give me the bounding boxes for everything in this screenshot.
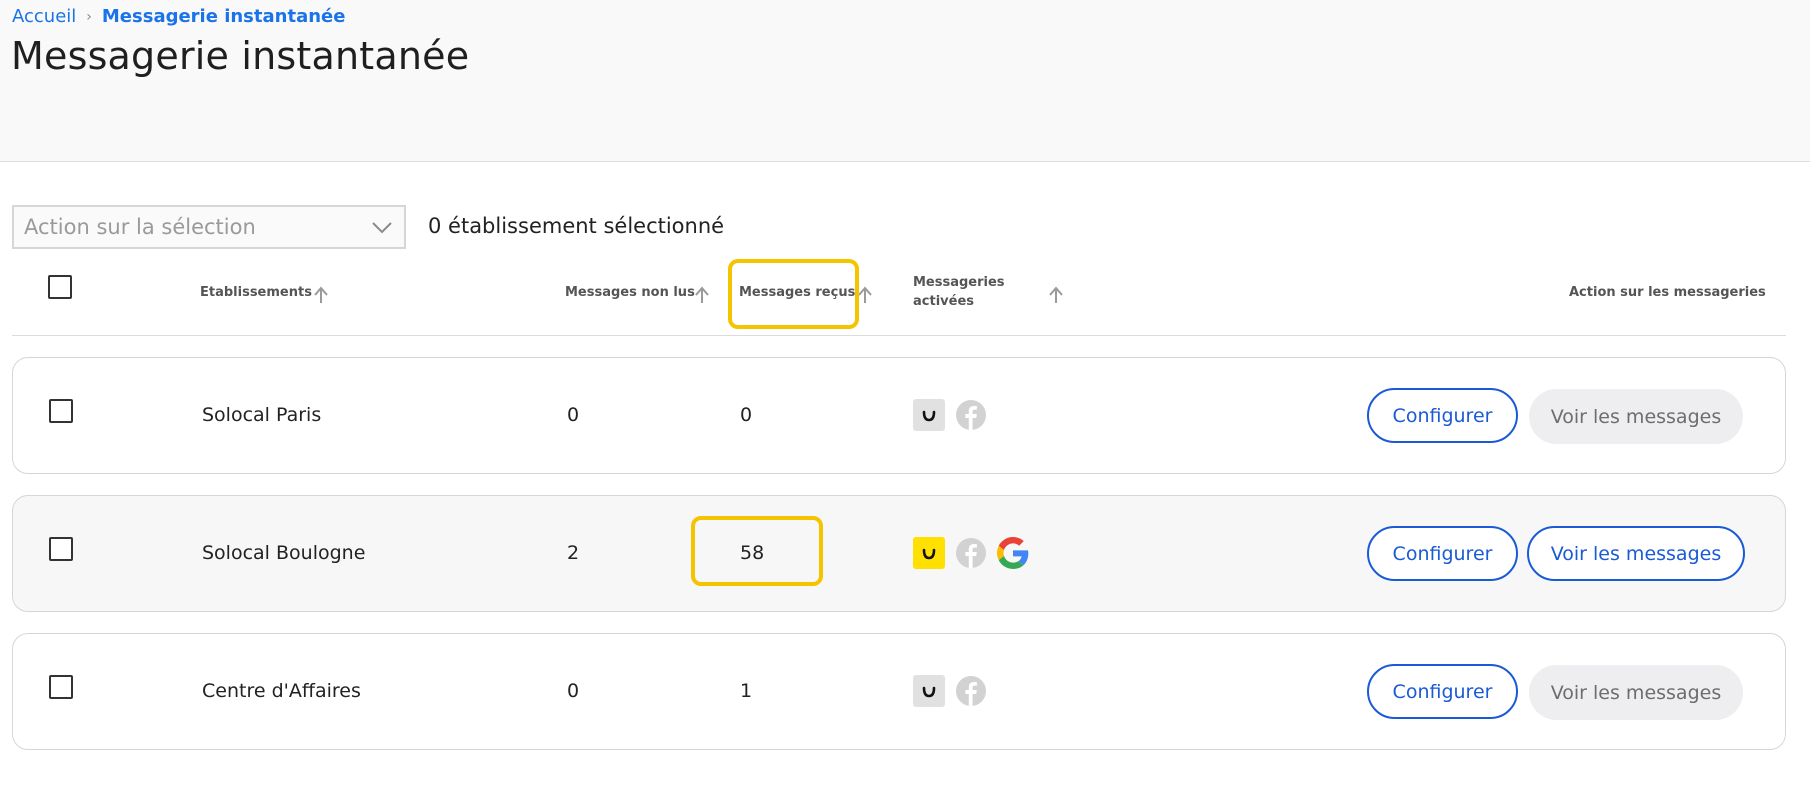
received-count: 0 xyxy=(740,404,753,426)
header-divider xyxy=(12,335,1786,336)
establishment-name: Solocal Boulogne xyxy=(202,542,366,564)
configure-button[interactable]: Configurer xyxy=(1367,388,1518,443)
sort-arrow-icon[interactable] xyxy=(857,286,873,304)
row-checkbox[interactable] xyxy=(49,399,73,423)
bulk-action-placeholder: Action sur la sélection xyxy=(24,215,256,239)
configure-button[interactable]: Configurer xyxy=(1367,664,1518,719)
sort-arrow-icon[interactable] xyxy=(313,286,329,304)
pagesjaunes-icon xyxy=(913,675,945,707)
table-row: Solocal Boulogne 2 58 Configurer Voir le… xyxy=(12,495,1786,612)
received-count: 1 xyxy=(740,680,753,702)
unread-count: 0 xyxy=(567,680,580,702)
sort-arrow-icon[interactable] xyxy=(1048,286,1064,304)
breadcrumb: Accueil › Messagerie instantanée xyxy=(12,6,345,27)
establishment-name: Centre d'Affaires xyxy=(202,680,361,702)
configure-button[interactable]: Configurer xyxy=(1367,526,1518,581)
google-icon xyxy=(997,537,1029,569)
row-checkbox[interactable] xyxy=(49,537,73,561)
chevron-down-icon xyxy=(372,222,392,234)
unread-count: 0 xyxy=(567,404,580,426)
column-header-received[interactable]: Messages reçus xyxy=(739,283,855,302)
table-row: Centre d'Affaires 0 1 Configurer Voir le… xyxy=(12,633,1786,750)
view-messages-button[interactable]: Voir les messages xyxy=(1529,389,1743,444)
establishment-name: Solocal Paris xyxy=(202,404,322,426)
sort-arrow-icon[interactable] xyxy=(694,286,710,304)
column-header-unread[interactable]: Messages non lus xyxy=(565,283,695,302)
column-header-establishments[interactable]: Etablissements xyxy=(200,283,312,302)
page-title: Messagerie instantanée xyxy=(11,34,470,78)
breadcrumb-current: Messagerie instantanée xyxy=(101,6,346,27)
row-checkbox[interactable] xyxy=(49,675,73,699)
received-count: 58 xyxy=(740,542,765,564)
pagesjaunes-icon xyxy=(913,537,945,569)
column-header-actions: Action sur les messageries xyxy=(1569,285,1766,300)
pagesjaunes-icon xyxy=(913,399,945,431)
column-header-activated-line2: activées xyxy=(913,294,974,309)
facebook-icon xyxy=(956,676,986,706)
table-row: Solocal Paris 0 0 Configurer Voir les me… xyxy=(12,357,1786,474)
bulk-action-select[interactable]: Action sur la sélection xyxy=(12,205,406,249)
column-header-activated-line1: Messageries xyxy=(913,275,1005,290)
breadcrumb-separator: › xyxy=(86,8,92,25)
page-header: Accueil › Messagerie instantanée Message… xyxy=(0,0,1810,162)
facebook-icon xyxy=(956,538,986,568)
column-header-activated[interactable]: Messageries activées xyxy=(913,273,1005,311)
selection-count: 0 établissement sélectionné xyxy=(428,214,725,238)
view-messages-button[interactable]: Voir les messages xyxy=(1527,526,1745,581)
unread-count: 2 xyxy=(567,542,580,564)
select-all-checkbox[interactable] xyxy=(48,275,72,299)
facebook-icon xyxy=(956,400,986,430)
breadcrumb-home-link[interactable]: Accueil xyxy=(12,6,76,27)
view-messages-button[interactable]: Voir les messages xyxy=(1529,665,1743,720)
